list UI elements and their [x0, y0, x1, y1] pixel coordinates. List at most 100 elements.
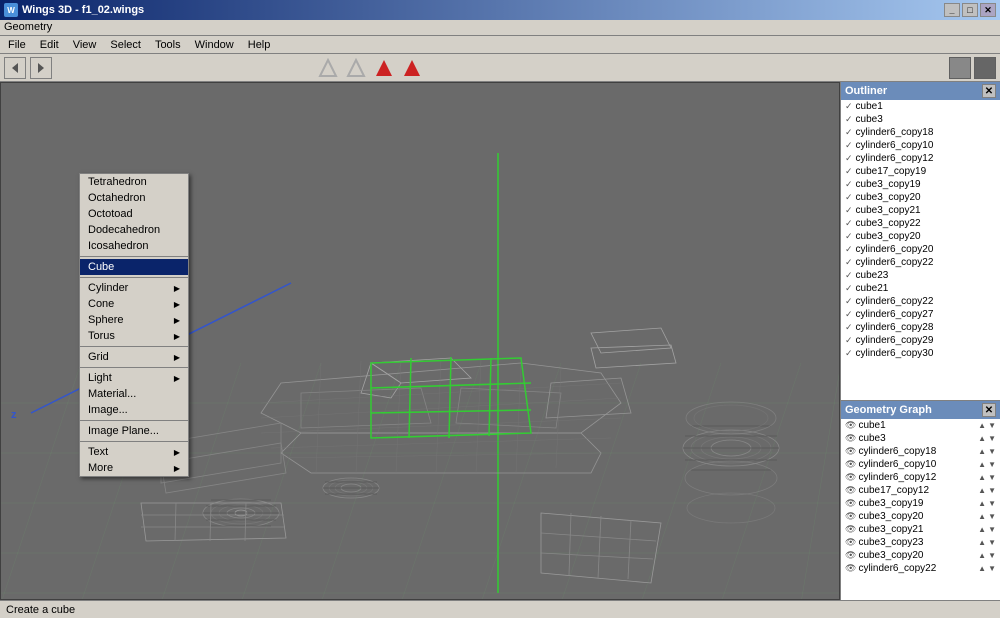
ctx-cube[interactable]: Cube [80, 259, 188, 275]
ctx-dodecahedron[interactable]: Dodecahedron [80, 222, 188, 238]
ctx-image[interactable]: Image... [80, 402, 188, 418]
geo-graph-item[interactable]: 👁cylinder6_copy18▲▼ [841, 445, 1000, 458]
window-title: Wings 3D - f1_02.wings [22, 4, 144, 16]
eye-icon: 👁 [845, 524, 856, 535]
menu-help[interactable]: Help [242, 38, 277, 52]
view-button-2[interactable] [345, 57, 367, 79]
view-mode-2[interactable] [974, 57, 996, 79]
arrow-up-icon: ▲ [978, 486, 986, 495]
context-menu[interactable]: Tetrahedron Octahedron Octotoad Dodecahe… [79, 173, 189, 477]
outliner-item[interactable]: cylinder6_copy18 [841, 126, 1000, 139]
ctx-icosahedron[interactable]: Icosahedron [80, 238, 188, 254]
ctx-cone[interactable]: Cone [80, 296, 188, 312]
titlebar: W Wings 3D - f1_02.wings _ □ ✕ [0, 0, 1000, 20]
ctx-grid[interactable]: Grid [80, 349, 188, 365]
geo-graph-item[interactable]: 👁cube17_copy12▲▼ [841, 484, 1000, 497]
outliner-item[interactable]: cylinder6_copy20 [841, 243, 1000, 256]
ctx-octahedron[interactable]: Octahedron [80, 190, 188, 206]
arrow-down-icon: ▼ [988, 512, 996, 521]
outliner-item[interactable]: cube3 [841, 113, 1000, 126]
outliner-item[interactable]: cylinder6_copy28 [841, 321, 1000, 334]
view-button-3[interactable] [373, 57, 395, 79]
menu-window[interactable]: Window [189, 38, 240, 52]
geo-graph-item[interactable]: 👁cube3_copy19▲▼ [841, 497, 1000, 510]
view-button-4[interactable] [401, 57, 423, 79]
arrow-down-icon: ▼ [988, 499, 996, 508]
outliner-item[interactable]: cylinder6_copy29 [841, 334, 1000, 347]
outliner-item[interactable]: cube17_copy19 [841, 165, 1000, 178]
arrow-up-icon: ▲ [978, 460, 986, 469]
menu-file[interactable]: File [2, 38, 32, 52]
geo-graph-list[interactable]: 👁cube1▲▼👁cube3▲▼👁cylinder6_copy18▲▼👁cyli… [841, 419, 1000, 600]
eye-icon: 👁 [845, 485, 856, 496]
minimize-button[interactable]: _ [944, 3, 960, 17]
eye-icon: 👁 [845, 511, 856, 522]
next-button[interactable] [30, 57, 52, 79]
ctx-material[interactable]: Material... [80, 386, 188, 402]
outliner-item[interactable]: cube23 [841, 269, 1000, 282]
arrow-up-icon: ▲ [978, 499, 986, 508]
outliner-item[interactable]: cylinder6_copy22 [841, 295, 1000, 308]
outliner-item[interactable]: cylinder6_copy30 [841, 347, 1000, 360]
geo-graph-close[interactable]: ✕ [982, 403, 996, 417]
menu-tools[interactable]: Tools [149, 38, 187, 52]
view-button-1[interactable] [317, 57, 339, 79]
viewport[interactable]: z x [0, 82, 840, 600]
ctx-tetrahedron[interactable]: Tetrahedron [80, 174, 188, 190]
outliner-item[interactable]: cylinder6_copy10 [841, 139, 1000, 152]
geo-graph-item[interactable]: 👁cylinder6_copy12▲▼ [841, 471, 1000, 484]
geo-graph-item[interactable]: 👁cylinder6_copy22▲▼ [841, 562, 1000, 575]
titlebar-controls[interactable]: _ □ ✕ [944, 3, 996, 17]
outliner-item[interactable]: cube3_copy22 [841, 217, 1000, 230]
view-mode-1[interactable] [949, 57, 971, 79]
menu-view[interactable]: View [67, 38, 103, 52]
geo-graph-item[interactable]: 👁cube3_copy23▲▼ [841, 536, 1000, 549]
eye-icon: 👁 [845, 446, 856, 457]
geo-graph-item[interactable]: 👁cube3_copy20▲▼ [841, 510, 1000, 523]
subtitle-bar: Geometry [0, 20, 1000, 36]
maximize-button[interactable]: □ [962, 3, 978, 17]
ctx-cylinder[interactable]: Cylinder [80, 280, 188, 296]
arrow-up-icon: ▲ [978, 447, 986, 456]
ctx-sphere[interactable]: Sphere [80, 312, 188, 328]
arrow-down-icon: ▼ [988, 460, 996, 469]
arrow-down-icon: ▼ [988, 538, 996, 547]
arrow-up-icon: ▲ [978, 512, 986, 521]
menu-edit[interactable]: Edit [34, 38, 65, 52]
geo-graph-title: Geometry Graph [845, 404, 932, 416]
geo-graph-item[interactable]: 👁cylinder6_copy10▲▼ [841, 458, 1000, 471]
arrow-down-icon: ▼ [988, 447, 996, 456]
close-button[interactable]: ✕ [980, 3, 996, 17]
outliner-close[interactable]: ✕ [982, 84, 996, 98]
ctx-octotoad[interactable]: Octotoad [80, 206, 188, 222]
view-mode-buttons [949, 57, 996, 79]
ctx-torus[interactable]: Torus [80, 328, 188, 344]
outliner-list[interactable]: cube1cube3cylinder6_copy18cylinder6_copy… [841, 100, 1000, 400]
outliner-item[interactable]: cylinder6_copy22 [841, 256, 1000, 269]
outliner-item[interactable]: cylinder6_copy27 [841, 308, 1000, 321]
ctx-separator-1 [80, 256, 188, 257]
outliner-item[interactable]: cylinder6_copy12 [841, 152, 1000, 165]
outliner-item[interactable]: cube21 [841, 282, 1000, 295]
geo-graph-item[interactable]: 👁cube1▲▼ [841, 419, 1000, 432]
menu-select[interactable]: Select [104, 38, 147, 52]
outliner-item[interactable]: cube1 [841, 100, 1000, 113]
eye-icon: 👁 [845, 420, 856, 431]
geo-graph-item[interactable]: 👁cube3_copy20▲▼ [841, 549, 1000, 562]
outliner-item[interactable]: cube3_copy19 [841, 178, 1000, 191]
eye-icon: 👁 [845, 563, 856, 574]
ctx-more[interactable]: More [80, 460, 188, 476]
ctx-separator-3 [80, 346, 188, 347]
ctx-text[interactable]: Text [80, 444, 188, 460]
outliner-item[interactable]: cube3_copy20 [841, 230, 1000, 243]
prev-button[interactable] [4, 57, 26, 79]
eye-icon: 👁 [845, 459, 856, 470]
ctx-light[interactable]: Light [80, 370, 188, 386]
outliner-item[interactable]: cube3_copy20 [841, 191, 1000, 204]
titlebar-left: W Wings 3D - f1_02.wings [4, 3, 144, 17]
geo-graph-item[interactable]: 👁cube3▲▼ [841, 432, 1000, 445]
geo-graph-item[interactable]: 👁cube3_copy21▲▼ [841, 523, 1000, 536]
outliner-item[interactable]: cube3_copy21 [841, 204, 1000, 217]
ctx-image-plane[interactable]: Image Plane... [80, 423, 188, 439]
toolbar [0, 54, 1000, 82]
